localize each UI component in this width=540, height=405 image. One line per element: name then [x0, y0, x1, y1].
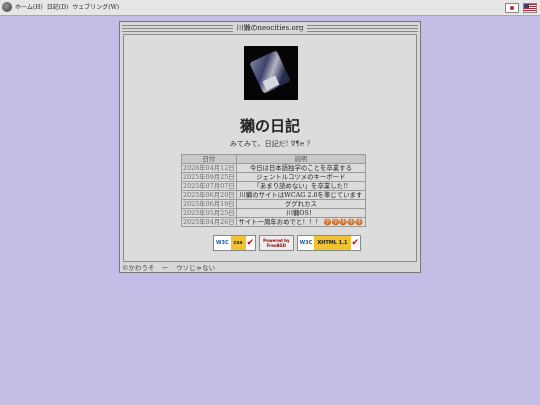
- entry-link[interactable]: 川獺OS！: [286, 209, 315, 217]
- w3c-css-badge[interactable]: W3C css ✔: [213, 235, 257, 251]
- freebsd-badge[interactable]: Powered by FreeBSD: [259, 235, 294, 251]
- diary-table: 日付 説明 2026年04月12日 今日は日本語独学のことを卒業する 2025年…: [181, 154, 367, 227]
- entry-link[interactable]: 「あまり読めない」を卒業した!!: [254, 182, 349, 190]
- entry-date: 2025年09月25日: [181, 172, 237, 182]
- menu-diary[interactable]: 日記(D): [47, 0, 69, 15]
- entry-link[interactable]: 川獺のサイトはWCAG 2.0を準じています: [239, 191, 362, 199]
- menu-home[interactable]: ホーム(H): [15, 0, 43, 15]
- column-header-date: 日付: [181, 154, 237, 164]
- table-row: 2025年07月07日 「あまり読めない」を卒業した!!: [181, 181, 367, 191]
- window-content: 獺の日記 みてみて、日記だ! ∇¶e ? 日付 説明 2026年04月12日 今…: [123, 34, 417, 262]
- entry-date: 2025年05月25日: [181, 208, 237, 218]
- freebsd-badge-line2: FreeBSD: [266, 243, 286, 248]
- table-row: 2025年04月26日 サイト一周年おめでと！！！ 🍪🍪🍪🍪🍪: [181, 217, 367, 227]
- window-title: 川獺のneocities.org: [233, 24, 307, 32]
- entry-link[interactable]: サイト一周年おめでと！！！ 🍪🍪🍪🍪🍪: [238, 218, 363, 226]
- css-label: css: [230, 236, 246, 250]
- checkmark-icon: ✔: [350, 236, 361, 250]
- checkmark-icon: ✔: [245, 236, 256, 250]
- site-logo-icon[interactable]: [2, 2, 12, 12]
- entry-date: 2025年04月26日: [181, 217, 237, 227]
- window-titlebar[interactable]: 川獺のneocities.org: [122, 23, 418, 33]
- table-header-row: 日付 説明: [181, 154, 367, 164]
- footer: ©かわうそ ← ウソじゃない: [122, 262, 215, 272]
- menu-webring[interactable]: ウェブリング(W): [72, 0, 119, 15]
- entry-link[interactable]: ジェントルコツメのキーボード: [256, 173, 345, 181]
- badge-row: W3C css ✔ Powered by FreeBSD W3C XHTML 1…: [213, 235, 362, 251]
- entry-link[interactable]: ググれカス: [285, 200, 317, 208]
- table-row: 2025年05月25日 川獺OS！: [181, 208, 367, 218]
- w3c-logo: W3C: [214, 236, 231, 250]
- page-subtitle: みてみて、日記だ! ∇¶e ?: [229, 140, 311, 148]
- japanese-flag-icon[interactable]: [505, 3, 519, 13]
- entry-date: 2025年06月19日: [181, 199, 237, 209]
- w3c-logo: W3C: [297, 236, 315, 250]
- xhtml-label: XHTML 1.1: [314, 236, 351, 250]
- w3c-xhtml-badge[interactable]: W3C XHTML 1.1 ✔: [296, 235, 362, 251]
- entry-date: 2025年06月20日: [181, 190, 237, 200]
- footer-note-link[interactable]: ウソじゃない: [176, 264, 215, 272]
- entry-date: 2026年04月12日: [181, 163, 237, 173]
- diary-window: 川獺のneocities.org 獺の日記 みてみて、日記だ! ∇¶e ? 日付…: [119, 21, 421, 273]
- us-flag-icon[interactable]: [523, 3, 537, 13]
- table-row: 2026年04月12日 今日は日本語独学のことを卒業する: [181, 163, 367, 173]
- otter-photo: [244, 46, 298, 100]
- entry-link[interactable]: 今日は日本語独学のことを卒業する: [250, 164, 352, 172]
- table-row: 2025年09月25日 ジェントルコツメのキーボード: [181, 172, 367, 182]
- main-menu: ホーム(H) 日記(D) ウェブリング(W): [15, 0, 119, 15]
- page-title: 獺の日記: [239, 117, 300, 135]
- table-row: 2025年06月19日 ググれカス: [181, 199, 367, 209]
- table-row: 2025年06月20日 川獺のサイトはWCAG 2.0を準じています: [181, 190, 367, 200]
- back-link[interactable]: ←: [163, 264, 168, 272]
- copyright-text: ©かわうそ: [122, 264, 155, 272]
- column-header-description: 説明: [235, 154, 367, 164]
- entry-date: 2025年07月07日: [181, 181, 237, 191]
- top-menu-bar: ホーム(H) 日記(D) ウェブリング(W): [0, 0, 540, 16]
